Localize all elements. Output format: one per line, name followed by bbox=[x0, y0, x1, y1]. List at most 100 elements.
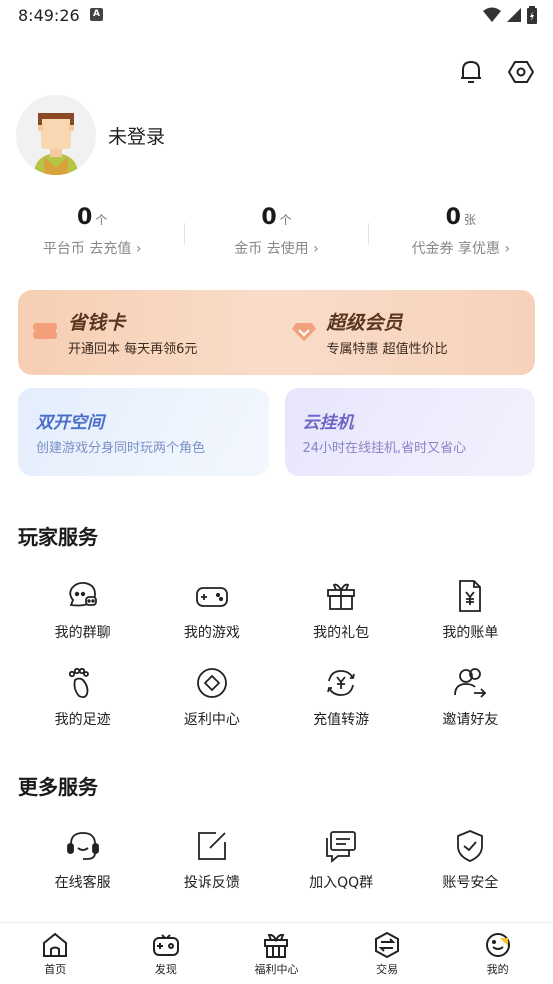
feature-title: 云挂机 bbox=[302, 413, 354, 433]
feature-title: 双开空间 bbox=[36, 413, 104, 433]
status-bar: 8:49:26 A bbox=[0, 0, 553, 32]
stat-label: 金币 去使用 bbox=[234, 241, 309, 257]
status-time: 8:49:26 bbox=[18, 6, 80, 25]
nav-welfare[interactable]: 福利中心 bbox=[221, 923, 332, 984]
feature-subtitle: 24小时在线挂机,省时又省心 bbox=[302, 441, 467, 456]
top-toolbar bbox=[457, 58, 535, 86]
dual-space-card[interactable]: 双开空间 创建游戏分身同时玩两个角色 bbox=[18, 388, 269, 476]
bill-icon bbox=[459, 580, 482, 612]
nav-label: 交易 bbox=[376, 963, 399, 976]
status-icons bbox=[483, 6, 537, 24]
member-card-title: 超级会员 bbox=[326, 312, 403, 334]
headset-icon bbox=[66, 832, 99, 860]
player-services-title: 玩家服务 bbox=[18, 525, 98, 549]
service-item-account-security[interactable]: 账号安全 bbox=[406, 820, 535, 907]
login-status-text[interactable]: 未登录 bbox=[108, 122, 165, 149]
service-label: 账号安全 bbox=[442, 875, 499, 891]
bottom-navigation: 首页 发现 福利中心 交易 我的 bbox=[0, 922, 553, 984]
service-item-rebate-center[interactable]: 返利中心 bbox=[147, 657, 276, 744]
service-item-feedback[interactable]: 投诉反馈 bbox=[147, 820, 276, 907]
stat-value: 0 bbox=[445, 205, 461, 230]
service-item-my-games[interactable]: 我的游戏 bbox=[147, 570, 276, 657]
service-label: 我的足迹 bbox=[54, 712, 111, 728]
member-card-title: 省钱卡 bbox=[68, 312, 126, 334]
service-item-my-gifts[interactable]: 我的礼包 bbox=[277, 570, 406, 657]
feature-subtitle: 创建游戏分身同时玩两个角色 bbox=[36, 441, 206, 456]
battery-icon bbox=[527, 6, 537, 24]
coupon-icon bbox=[33, 323, 57, 339]
gamepad-icon bbox=[195, 587, 228, 607]
asset-stats: 0个 平台币 去充值 › 0个 金币 去使用 › 0张 代金券 享优惠 › bbox=[0, 205, 553, 267]
settings-button[interactable] bbox=[507, 58, 535, 86]
service-label: 加入QQ群 bbox=[309, 875, 374, 891]
footprint-icon bbox=[68, 667, 89, 699]
cloud-hosting-card[interactable]: 云挂机 24小时在线挂机,省时又省心 bbox=[284, 388, 535, 476]
chevron-right-icon: › bbox=[135, 241, 142, 257]
nav-trade[interactable]: 交易 bbox=[332, 923, 443, 984]
service-item-online-support[interactable]: 在线客服 bbox=[18, 820, 147, 907]
trade-icon bbox=[375, 931, 400, 959]
mine-icon bbox=[485, 933, 510, 957]
super-vip-button[interactable]: 超级会员 专属特惠 超值性价比 bbox=[277, 290, 536, 375]
stat-platform-coin[interactable]: 0个 平台币 去充值 › bbox=[0, 205, 184, 267]
stat-gold-coin[interactable]: 0个 金币 去使用 › bbox=[184, 205, 368, 267]
welfare-icon bbox=[264, 933, 289, 958]
service-label: 充值转游 bbox=[313, 712, 370, 728]
signal-icon bbox=[507, 8, 521, 22]
feedback-icon bbox=[197, 832, 226, 860]
service-label: 投诉反馈 bbox=[183, 875, 240, 891]
notification-a-icon: A bbox=[90, 8, 103, 21]
stat-voucher[interactable]: 0张 代金券 享优惠 › bbox=[369, 205, 553, 267]
nav-label: 首页 bbox=[44, 963, 67, 976]
shield-icon bbox=[457, 830, 484, 862]
rebate-icon bbox=[196, 668, 227, 698]
stat-label: 代金券 享优惠 bbox=[411, 241, 501, 257]
service-label: 我的礼包 bbox=[313, 625, 370, 641]
notification-button[interactable] bbox=[457, 58, 485, 86]
settings-hex-icon bbox=[508, 61, 534, 83]
service-item-qq-group[interactable]: 加入QQ群 bbox=[277, 820, 406, 907]
membership-card: 省钱卡 开通回本 每天再领6元 超级会员 专属特惠 超值性价比 bbox=[18, 290, 535, 375]
service-item-recharge-transfer[interactable]: 充值转游 bbox=[277, 657, 406, 744]
chevron-right-icon: › bbox=[313, 241, 319, 257]
service-item-footprint[interactable]: 我的足迹 bbox=[18, 657, 147, 744]
invite-friend-icon bbox=[454, 668, 487, 698]
service-label: 我的账单 bbox=[442, 625, 499, 641]
stat-unit: 个 bbox=[95, 213, 108, 227]
discover-icon bbox=[152, 934, 179, 956]
nav-label: 福利中心 bbox=[254, 963, 299, 976]
feature-cards: 双开空间 创建游戏分身同时玩两个角色 云挂机 24小时在线挂机,省时又省心 bbox=[18, 388, 535, 476]
service-label: 在线客服 bbox=[54, 875, 111, 891]
stat-unit: 个 bbox=[279, 213, 292, 227]
home-icon bbox=[43, 932, 68, 957]
saving-card-button[interactable]: 省钱卡 开通回本 每天再领6元 bbox=[18, 290, 277, 375]
player-services-grid: 我的群聊 我的游戏 我的礼包 我的账单 我的足迹 返利中心 充值转游 邀请好友 bbox=[18, 570, 535, 744]
nav-discover[interactable]: 发现 bbox=[111, 923, 222, 984]
service-item-invite-friends[interactable]: 邀请好友 bbox=[406, 657, 535, 744]
stat-value: 0 bbox=[261, 205, 277, 230]
stat-unit: 张 bbox=[463, 213, 476, 227]
recharge-transfer-icon bbox=[327, 670, 355, 696]
avatar[interactable] bbox=[16, 95, 96, 175]
nav-mine[interactable]: 我的 bbox=[442, 923, 553, 984]
stat-value: 0 bbox=[77, 205, 93, 230]
qq-group-icon bbox=[326, 831, 357, 863]
more-services-grid: 在线客服 投诉反馈 加入QQ群 账号安全 bbox=[18, 820, 535, 907]
member-card-subtitle: 专属特惠 超值性价比 bbox=[326, 342, 448, 357]
service-item-group-chat[interactable]: 我的群聊 bbox=[18, 570, 147, 657]
more-services-title: 更多服务 bbox=[18, 775, 98, 799]
service-label: 邀请好友 bbox=[442, 712, 499, 728]
chevron-right-icon: › bbox=[504, 241, 511, 257]
profile-header[interactable]: 未登录 bbox=[16, 95, 165, 175]
service-label: 返利中心 bbox=[183, 712, 240, 728]
nav-label: 发现 bbox=[154, 963, 177, 976]
bell-icon bbox=[461, 60, 481, 83]
wifi-icon bbox=[483, 7, 501, 22]
nav-home[interactable]: 首页 bbox=[0, 923, 111, 984]
diamond-icon bbox=[291, 323, 316, 341]
service-label: 我的游戏 bbox=[183, 625, 240, 641]
nav-label: 我的 bbox=[486, 963, 509, 976]
gift-icon bbox=[327, 583, 356, 610]
service-item-my-bills[interactable]: 我的账单 bbox=[406, 570, 535, 657]
service-label: 我的群聊 bbox=[54, 625, 111, 641]
